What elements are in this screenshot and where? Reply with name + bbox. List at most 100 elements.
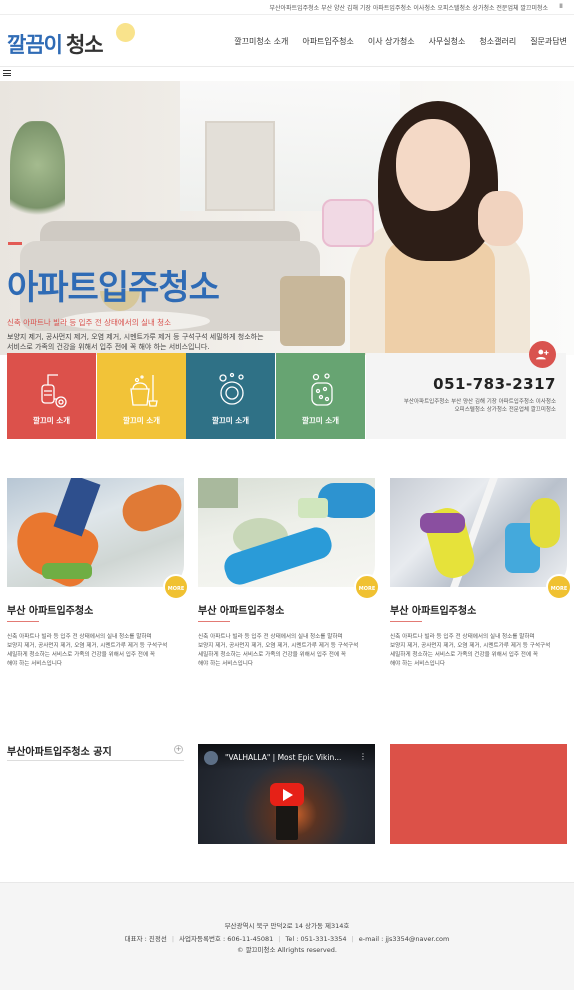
card-desc-line: 해야 하는 서비스입니다 bbox=[390, 661, 446, 667]
kitchen-plant bbox=[198, 478, 238, 508]
hero-woman-ok-hand bbox=[478, 191, 523, 246]
card-desc-line: 보양지 제거, 공사먼지 제거, 오염 제거, 시멘트가루 제거 등 구석구석 bbox=[198, 643, 359, 649]
contact-desc-line: 오피스텔청소 상가청소 전문업체 깔끄미청소 bbox=[454, 407, 556, 413]
card-divider bbox=[198, 621, 230, 622]
service-label: 깔끄미 소개 bbox=[301, 416, 340, 425]
card-image-window-clean bbox=[390, 478, 567, 587]
channel-avatar[interactable] bbox=[204, 751, 218, 765]
card-description: 신축 아파트나 빌라 등 입주 전 상태에서의 실내 청소를 말하며 보양지 제… bbox=[390, 633, 567, 669]
vacuum-icon bbox=[38, 371, 68, 409]
phone-number[interactable]: 051-783-2317 bbox=[433, 375, 556, 393]
purple-sponge bbox=[420, 513, 465, 533]
card-more-button[interactable]: MORE bbox=[163, 574, 189, 600]
service-box-1[interactable]: 깔끄미 소개 bbox=[7, 353, 96, 439]
card-title[interactable]: 부산 아파트입주청소 bbox=[390, 602, 476, 617]
card-desc-line: 세밀하게 청소하는 서비스로 가족의 건강을 위해서 입주 전에 꼭 bbox=[7, 652, 156, 658]
sponge-bubbles-icon bbox=[217, 371, 247, 409]
service-label: 깔끄미 소개 bbox=[211, 416, 250, 425]
nav-item-gallery[interactable]: 청소갤러리 bbox=[479, 36, 516, 47]
green-sponge bbox=[42, 563, 92, 579]
nav-item-qna[interactable]: 질문과답변 bbox=[530, 36, 567, 47]
contact-desc-line: 부산아파트입주청소 부산 양산 김해 기장 아파트입주청소 이사청소 bbox=[403, 399, 556, 405]
footer-copyright: © 깔끄미청소 Allrights reserved. bbox=[237, 946, 337, 954]
add-user-button[interactable] bbox=[529, 341, 556, 368]
sleeve bbox=[53, 478, 101, 537]
hero-cleaning-cloth bbox=[322, 199, 374, 247]
logo-text-2: 청소 bbox=[65, 33, 104, 57]
add-user-icon bbox=[536, 349, 549, 360]
hero-banner: 아파트입주청소 신축 아파트나 빌라 등 입주 전 상태에서의 실내 청소 보양… bbox=[0, 81, 574, 355]
notice-divider bbox=[7, 760, 184, 761]
youtube-video-embed[interactable]: "VALHALLA" | Most Epic Vikin... ⋮ bbox=[198, 744, 375, 844]
orange-glove-2 bbox=[116, 478, 184, 538]
video-thumbnail-warrior bbox=[276, 802, 298, 840]
marquee-pause-button[interactable]: II bbox=[556, 2, 566, 12]
card-desc-line: 보양지 제거, 공사먼지 제거, 오염 제거, 시멘트가루 제거 등 구석구석 bbox=[7, 643, 168, 649]
footer-business-no: 사업자등록번호 : 606-11-45081 bbox=[179, 935, 274, 943]
contact-description: 부산아파트입주청소 부산 양산 김해 기장 아파트입주청소 이사청소 오피스텔청… bbox=[366, 398, 556, 414]
mobile-menu-bar bbox=[0, 67, 574, 81]
hero-bg-plant bbox=[10, 121, 65, 231]
footer-separator: | bbox=[278, 935, 281, 943]
nav-item-office[interactable]: 사무실청소 bbox=[429, 36, 466, 47]
hamburger-menu-icon[interactable] bbox=[3, 70, 11, 76]
hero-bg-basket bbox=[280, 276, 345, 346]
hero-desc-line: 서비스로 가족의 건강을 위해서 입주 전에 꼭 해야 하는 서비스입니다. bbox=[7, 343, 210, 351]
card-desc-line: 해야 하는 서비스입니다 bbox=[7, 661, 63, 667]
service-label: 깔끄미 소개 bbox=[122, 416, 161, 425]
yellow-glove-2 bbox=[530, 498, 560, 548]
top-bar: 부산아파트입주청소 부산 양산 김해 기장 아파트입주청소 이사청소 오피스텔청… bbox=[0, 0, 574, 15]
hero-subtitle: 신축 아파트나 빌라 등 입주 전 상태에서의 실내 청소 bbox=[7, 318, 171, 327]
card-image-gloves-cleaning bbox=[7, 478, 184, 587]
card-more-button[interactable]: MORE bbox=[354, 574, 380, 600]
nav-item-apartment[interactable]: 아파트입주청소 bbox=[302, 36, 354, 47]
site-logo[interactable]: 깔끔이 청소 bbox=[7, 29, 104, 59]
video-title[interactable]: "VALHALLA" | Most Epic Vikin... bbox=[225, 753, 341, 762]
nav-item-moving[interactable]: 이사 상가청소 bbox=[368, 36, 415, 47]
card-title[interactable]: 부산 아파트입주청소 bbox=[198, 602, 284, 617]
card-more-button[interactable]: MORE bbox=[546, 574, 572, 600]
notice-title[interactable]: 부산아파트입주청소 공지 bbox=[7, 743, 112, 758]
service-label: 깔끄미 소개 bbox=[32, 416, 71, 425]
footer-separator: | bbox=[171, 935, 175, 943]
hero-accent-bar bbox=[8, 242, 22, 245]
service-box-3[interactable]: 깔끄미 소개 bbox=[186, 353, 275, 439]
hero-woman-face bbox=[396, 119, 470, 211]
card-desc-line: 세밀하게 청소하는 서비스로 가족의 건강을 위해서 입주 전에 꼭 bbox=[198, 652, 347, 658]
hero-title: 아파트입주청소 bbox=[7, 268, 220, 308]
video-more-icon[interactable]: ⋮ bbox=[359, 752, 367, 761]
footer-email: e-mail : jjs3354@naver.com bbox=[358, 935, 450, 943]
notice-more-plus-icon[interactable]: + bbox=[174, 745, 183, 754]
logo-sun-icon bbox=[116, 23, 135, 42]
card-image-kitchen-wipe bbox=[198, 478, 375, 587]
bucket-mop-icon bbox=[128, 371, 158, 409]
hero-description: 보양지 제거, 공사먼지 제거, 오염 제거, 시멘트가루 제거 등 구석구석 … bbox=[7, 332, 277, 352]
footer-representative: 대표자 : 진정선 bbox=[124, 935, 167, 943]
youtube-play-button-icon[interactable] bbox=[270, 783, 304, 806]
hero-desc-line: 보양지 제거, 공사먼지 제거, 오염 제거, 시멘트가루 제거 등 구석구석 … bbox=[7, 333, 264, 341]
footer-tel: Tel : 051-331-3354 bbox=[285, 935, 347, 943]
card-desc-line: 신축 아파트나 빌라 등 입주 전 상태에서의 실내 청소를 말하며 bbox=[390, 634, 535, 640]
card-divider bbox=[390, 621, 422, 622]
main-nav: 깔끄미청소 소개 아파트입주청소 이사 상가청소 사무실청소 청소갤러리 질문과… bbox=[234, 36, 567, 47]
card-desc-line: 해야 하는 서비스입니다 bbox=[198, 661, 254, 667]
footer-separator: | bbox=[351, 935, 354, 943]
site-footer: 부산광역시 북구 만덕2로 14 상가동 제314호 대표자 : 진정선 | 사업자… bbox=[0, 882, 574, 990]
card-desc-line: 보양지 제거, 공사먼지 제거, 오염 제거, 시멘트가루 제거 등 구석구석 bbox=[390, 643, 551, 649]
hero-bg-shelf bbox=[205, 121, 275, 211]
spray-bottle bbox=[298, 498, 328, 518]
service-box-2[interactable]: 깔끄미 소개 bbox=[97, 353, 186, 439]
card-divider bbox=[7, 621, 39, 622]
card-desc-line: 세밀하게 청소하는 서비스로 가족의 건강을 위해서 입주 전에 꼭 bbox=[390, 652, 539, 658]
nav-item-about[interactable]: 깔끄미청소 소개 bbox=[234, 36, 288, 47]
card-desc-line: 신축 아파트나 빌라 등 입주 전 상태에서의 실내 청소를 말하며 bbox=[198, 634, 343, 640]
top-marquee-text: 부산아파트입주청소 부산 양산 김해 기장 아파트입주청소 이사청소 오피스텔청… bbox=[269, 5, 548, 12]
footer-address: 부산광역시 북구 만덕2로 14 상가동 제314호 bbox=[224, 922, 350, 930]
footer-info: 대표자 : 진정선 | 사업자등록번호 : 606-11-45081 | Tel : 0… bbox=[0, 933, 574, 943]
red-banner-box bbox=[390, 744, 567, 844]
card-title[interactable]: 부산 아파트입주청소 bbox=[7, 602, 93, 617]
logo-text-1: 깔끔이 bbox=[7, 33, 63, 57]
card-desc-line: 신축 아파트나 빌라 등 입주 전 상태에서의 실내 청소를 말하며 bbox=[7, 634, 152, 640]
service-box-4[interactable]: 깔끄미 소개 bbox=[276, 353, 365, 439]
glove-sponge-icon bbox=[307, 371, 337, 409]
